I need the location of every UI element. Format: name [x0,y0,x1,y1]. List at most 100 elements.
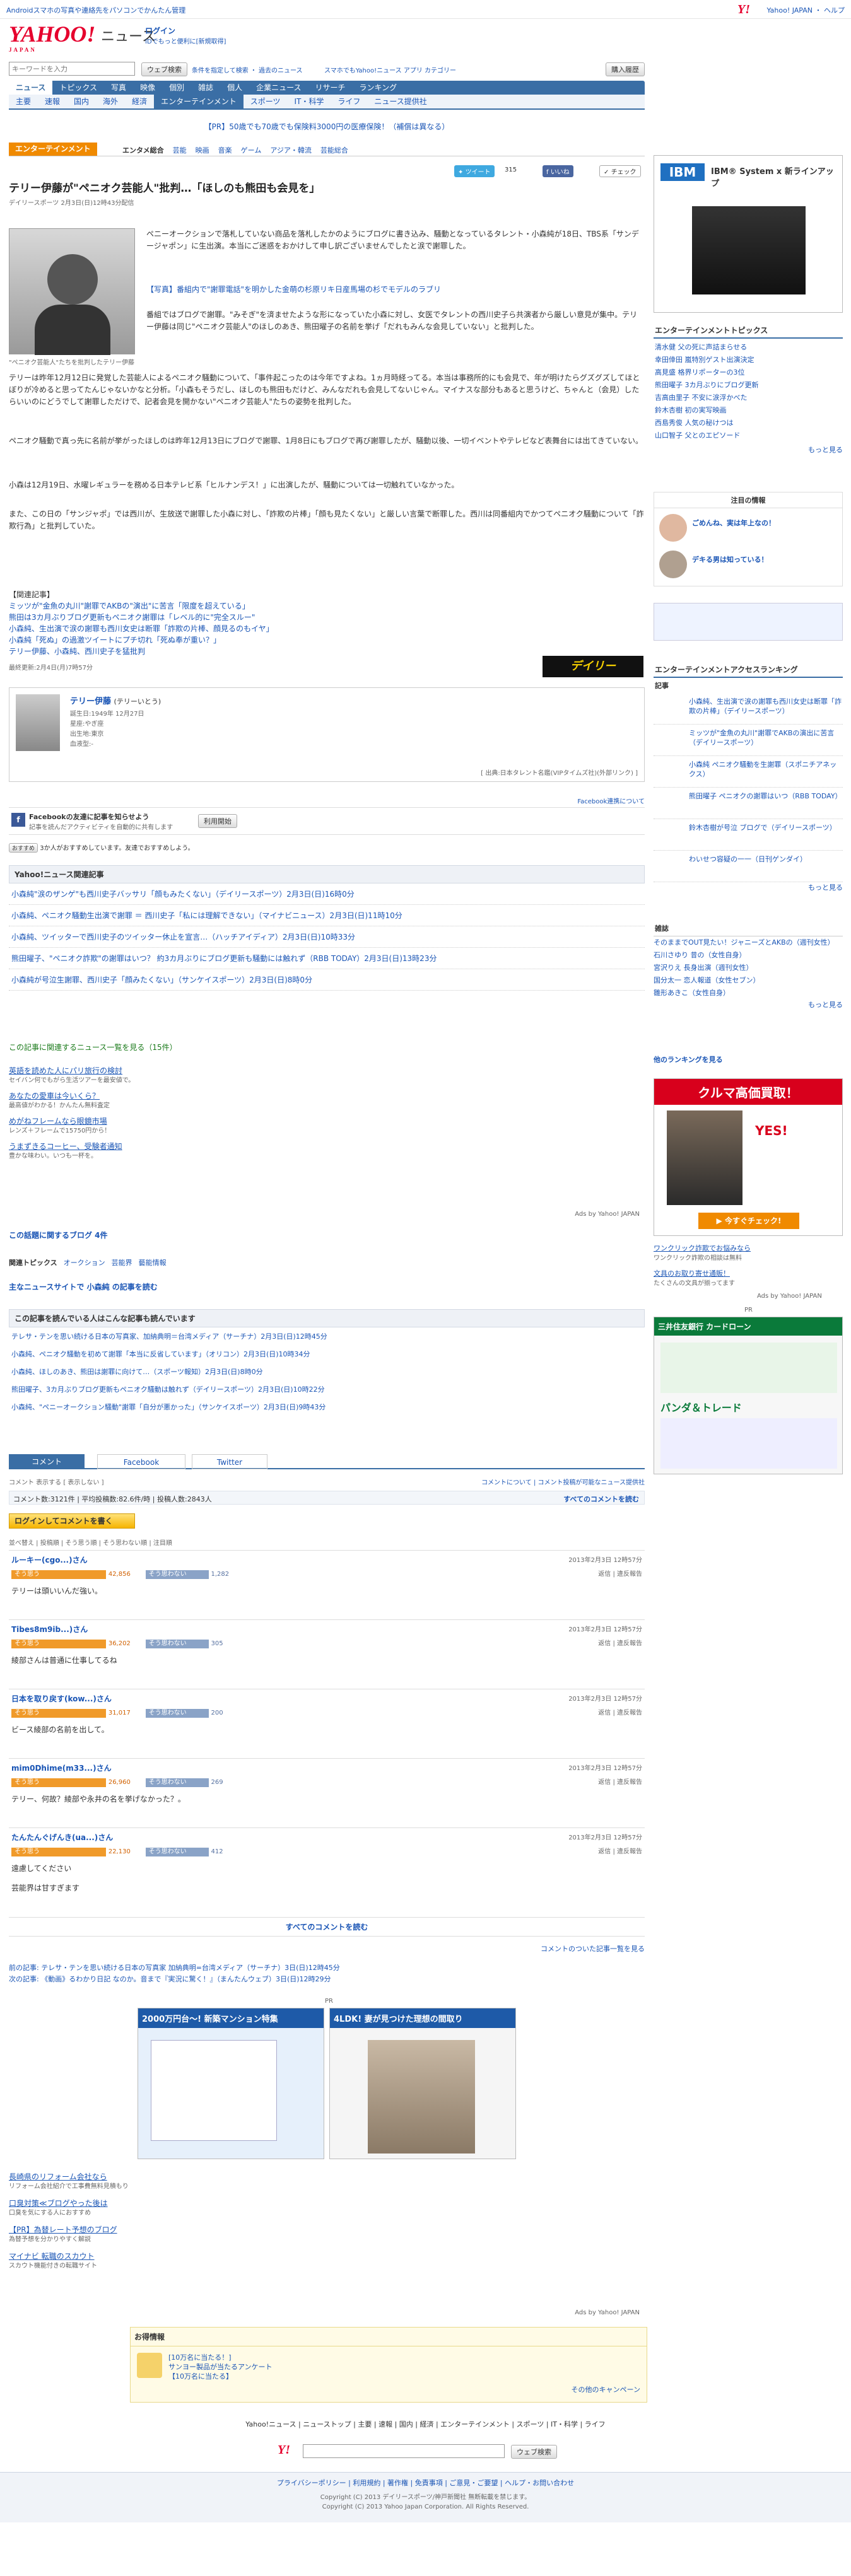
related-link[interactable]: 熊田は3カ月ぶりブログ更新もペニオク謝罪は「レベル的に"完全スルー" [9,612,645,623]
comment-user[interactable]: たんたんぐげんき(ua...)さん [11,1833,113,1842]
related-link[interactable]: 小森純「死ぬ」の過激ツイートにプチ切れ「死ぬ奉が重い？」 [9,634,645,646]
gnav-item[interactable]: ニュース [9,81,53,95]
tab-twitter[interactable]: Twitter [192,1454,267,1469]
gnav-item[interactable]: 雑誌 [191,81,220,95]
disagree-bar[interactable]: そう思わない [145,1848,209,1856]
snav-item[interactable]: 国内 [67,95,96,108]
zasshi-item[interactable]: 国分太一 恋人報道（女性セブン） [654,974,843,987]
zasshi-more[interactable]: もっと見る [654,1000,843,1010]
person-name[interactable]: テリー伊藤 [70,697,111,706]
comment-actions[interactable]: 返信 | 違反報告 [598,1776,642,1786]
snav-item[interactable]: IT・科学 [288,95,331,108]
daily-sports-logo[interactable]: デイリー [543,656,643,677]
banner-mansion[interactable]: 2000万円台～! 新築マンション特集 [138,2008,324,2159]
zasshi-item[interactable]: 石川さゆり 昔の（女性自身） [654,949,843,962]
zasshi-item[interactable]: そのままでOUT見たい！ジャニーズとAKBの（週刊女性） [654,936,843,949]
category-sub[interactable]: 芸能 [173,146,187,154]
gnav-item[interactable]: 企業ニュース [249,81,308,95]
top-links[interactable]: Yahoo! JAPAN ・ ヘルプ [766,5,845,15]
facebook-info-link[interactable]: Facebook連携について [577,796,645,805]
agree-bar[interactable]: そう思う [11,1709,106,1718]
yahoo-mini-logo[interactable]: Y! [737,3,750,17]
next-article-link[interactable]: 次の記事: 《動画》るわかり日記 なのか。音まで『実況に驚く！』（まんたんウェブ… [9,1974,645,1985]
category-sub[interactable]: アジア・韓流 [270,146,312,154]
login-comment-button[interactable]: ログインしてコメントを書く [9,1513,135,1529]
comment-user[interactable]: ルーキー(cgo...)さん [11,1556,88,1565]
comment-user[interactable]: Tibes8m9ib...)さん [11,1625,88,1634]
gnav-item[interactable]: 写真 [104,81,133,95]
related-news-item[interactable]: 小森純、ペニオク騒動生出演で謝罪 ＝ 西川史子「私には理解できない」（マイナビニ… [9,905,645,926]
snav-item[interactable]: スポーツ [244,95,288,108]
access-tab[interactable]: 記事 [654,678,843,693]
topic-item[interactable]: 高見盛 格界リポーターの3位 [655,366,842,379]
topic-item[interactable]: 鈴木杏樹 初の実写映画 [655,404,842,417]
gnav-item[interactable]: 個別 [162,81,191,95]
all-comments-link[interactable]: すべてのコメントを読む [563,1494,639,1504]
footer-yahoo-logo[interactable]: Y! [278,2443,290,2457]
also-read-item[interactable]: 小森純、"ペニーオークション騒動"謝罪「自分が悪かった」（サンケイスポーツ）2月… [9,1398,645,1416]
bank-ad[interactable]: 三井住友銀行 カードローン パンダ＆トレード [654,1317,843,1474]
comment-actions[interactable]: 返信 | 違反報告 [598,1846,642,1855]
category-sub[interactable]: 音楽 [218,146,232,154]
top-promo-link[interactable]: Androidスマホの写真や連絡先をパソコンでかんたん管理 [6,5,185,15]
tab-comments[interactable]: コメント [9,1454,85,1469]
ad-item[interactable]: 口臭対策≪ブログやった後は 口臭を気にする人におすすめ [9,2198,645,2218]
disagree-bar[interactable]: そう思わない [145,1640,209,1648]
snav-item[interactable]: ニュース提供社 [367,95,433,108]
ad-item[interactable]: マイナビ 転職のスカウト スカウト機能付きの転職サイト [9,2251,645,2271]
otoku-more[interactable]: その他のキャンペーン [572,2384,640,2394]
photo-link[interactable]: 【写真】番組内で"謝罪電話"を明かした金萌の杉原リキ日産馬場の杉でモデルのラブリ [146,284,645,294]
gnav-item[interactable]: リサーチ [308,81,353,95]
disagree-bar[interactable]: そう思わない [145,1570,209,1579]
search-input[interactable] [9,62,135,76]
rank-item[interactable]: 鈴木杏樹が号泣 ブログで（デイリースポーツ） [654,819,843,851]
agree-bar[interactable]: そう思う [11,1570,106,1579]
zasshi-item[interactable]: 雛形あきこ（女性自身） [654,987,843,1000]
comment-filters[interactable]: 並べ替え | 投稿順 | そう思う順 | そう思わない順 | 注目順 [9,1537,172,1547]
promo-banner-link[interactable]: 【PR】50歳でも70歳でも保険料3000円の医療保険！（補償は異なる） [9,121,645,132]
rank-item[interactable]: わいせつ容疑の一一（日刊ゲンダイ） [654,851,843,882]
comment-actions[interactable]: 返信 | 違反報告 [598,1638,642,1647]
article-photo[interactable] [9,228,135,355]
also-read-item[interactable]: 小森純、ほしのあき、熊田は謝罪に向けて…（スポーツ報知）2月3日(日)8時0分 [9,1363,645,1380]
search-button[interactable]: ウェブ検索 [141,62,187,76]
topic-item[interactable]: 清水健 父の死に声詰まらせる [655,341,842,354]
comment-user[interactable]: 日本を取り戻す(kow...)さん [11,1694,112,1703]
zasshi-item[interactable]: 宮沢りえ 長身出演（週刊女性） [654,962,843,974]
topic-link[interactable]: 芸能界 [112,1259,132,1267]
blog-count-link[interactable]: この話題に関するブログ 4件 [9,1230,108,1240]
gnav-item[interactable]: トピックス [52,81,104,95]
topic-item[interactable]: 熊田曜子 3カ月ぶりにブログ更新 [655,379,842,392]
related-news-item[interactable]: 小森純、ツイッターで西川史子のツイッター休止を宣言…（ハッチアイディア）2月3日… [9,926,645,948]
topic-link[interactable]: 藝能情報 [139,1259,167,1267]
tweet-button[interactable]: ✦ ツイート [454,165,495,177]
related-link[interactable]: 小森純、生出演で涙の謝罪も西川女史は断罪「詐欺の片棒、顔見るのもイヤ」 [9,623,645,634]
related-news-item[interactable]: 熊田曜子、"ペニオク詐欺"の謝罪はいつ？ 約3カ月ぶりにブログ更新も騒動には触れ… [9,948,645,969]
disagree-bar[interactable]: そう思わない [145,1778,209,1787]
ad-item[interactable]: 英語を読めた人にパリ旅行の検討 セイバン何でもがら生活ツアーを最安値で。 [9,1066,645,1086]
ibm-ad[interactable]: IBM IBM® System x 新ラインアップ [654,155,843,313]
ad-item[interactable]: 【PR】為替レート予想のブログ 為替予想を分かりやすく解説 [9,2225,645,2245]
also-read-item[interactable]: テレサ・テンを思い続ける日本の写真家、加納典明＝台湾メディア（サーチナ）2月3日… [9,1327,645,1345]
focus-link[interactable]: デキる男は知っている！ [692,554,768,564]
other-ranking-link[interactable]: 他のランキングを見る [654,1054,723,1064]
category-sub[interactable]: エンタメ総合 [122,146,164,154]
comment-articles-link[interactable]: コメントのついた記事一覧を見る [541,1944,645,1954]
related-link[interactable]: ミッツが"金魚の丸川"謝罪でAKBの"演出"に苦言「限度を超えている」 [9,600,645,612]
ad-item[interactable]: めがねフレームなら眼鏡市場 レンズ＋フレームで15750円から！ [9,1116,645,1136]
footer-links[interactable]: プライバシーポリシー | 利用規約 | 著作権 | 免責事項 | ご意見・ご要望… [0,2473,851,2488]
footer-nav[interactable]: Yahoo!ニュース | ニューストップ | 主要 | 速報 | 国内 | 経済… [0,2419,851,2429]
related-news-item[interactable]: 小森純が号泣生謝罪、西川史子「顔みたくない」（サンケイスポーツ）2月3日(日)8… [9,969,645,991]
comment-user[interactable]: mim0Dhime(m33...)さん [11,1764,112,1773]
topic-item[interactable]: 幸田倖田 嵐特別ゲスト出演決定 [655,354,842,366]
disagree-bar[interactable]: そう思わない [145,1709,209,1718]
topic-link[interactable]: オークション [64,1259,105,1267]
agree-bar[interactable]: そう思う [11,1640,106,1648]
snav-item[interactable]: 主要 [9,95,38,108]
search-tools[interactable]: 条件を指定して検索 ・ 過去のニュース [192,65,303,74]
ad-item[interactable]: 長崎県のリフォーム会社なら リフォーム会社紹介で工事費無料見積もり [9,2172,645,2192]
gnav-item[interactable]: 個人 [220,81,249,95]
rank-item[interactable]: 小森純、生出演で涙の謝罪も西川女史は断罪「詐欺の片棒」（デイリースポーツ） [654,693,843,725]
car-ad[interactable]: クルマ高価買取！ YES! ▶ 今すぐチェック! [654,1078,843,1236]
focus-link[interactable]: ごめんね、実は年上なの！ [692,518,775,528]
